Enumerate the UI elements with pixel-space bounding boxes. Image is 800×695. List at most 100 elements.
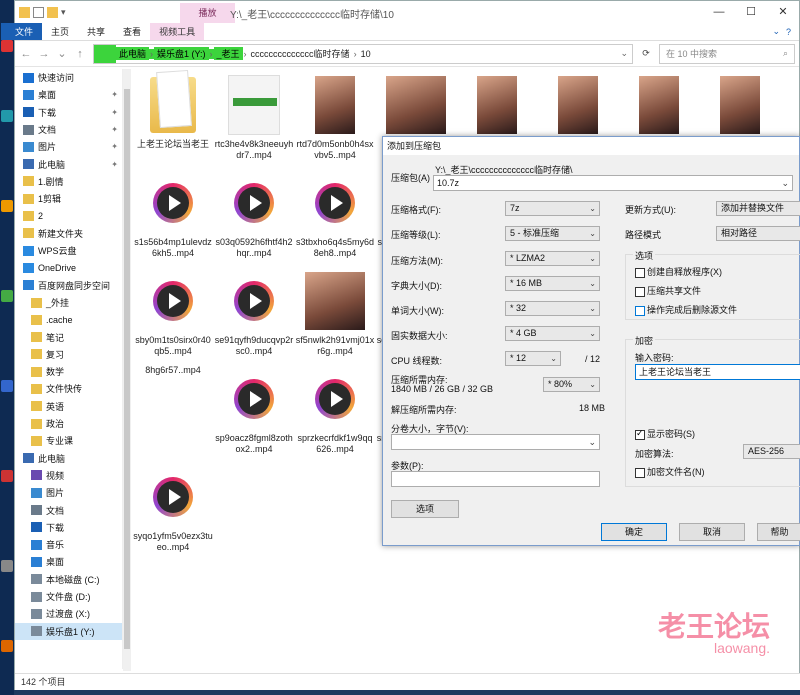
tab-file[interactable]: 文件	[1, 23, 43, 40]
chevron-down-icon[interactable]: ⌄	[772, 26, 780, 37]
checkbox-icon[interactable]	[635, 305, 645, 316]
help-icon[interactable]: ?	[786, 27, 791, 37]
nav-item[interactable]: 政治	[15, 415, 122, 432]
nav-item[interactable]: 文件盘 (D:)	[15, 588, 122, 605]
breadcrumb-this-pc[interactable]: 此电脑	[116, 47, 150, 60]
file-item[interactable]: rtd7d0m5onb0h4sxvbv5..mp4	[295, 69, 375, 165]
file-item[interactable]: sby0m1ts0sirx0r40qb5..mp4	[133, 265, 213, 361]
nav-item[interactable]: 1.剧情	[15, 173, 122, 190]
pin-icon[interactable]: ✦	[111, 125, 118, 134]
nav-item[interactable]: 新建文件夹	[15, 225, 122, 242]
tab-video-tools[interactable]: 视频工具	[150, 23, 205, 40]
nav-scrollbar[interactable]	[123, 69, 131, 671]
desktop-app-icon[interactable]	[1, 380, 13, 392]
nav-item[interactable]: 娱乐盘1 (Y:)	[15, 622, 122, 640]
nav-item[interactable]: 文档 ✦	[15, 121, 122, 138]
desktop-app-icon[interactable]	[1, 470, 13, 482]
pin-icon[interactable]: ✦	[111, 142, 118, 151]
checkmark-icon[interactable]	[33, 6, 44, 18]
params-input[interactable]	[391, 471, 600, 487]
nav-item[interactable]: 百度网盘同步空间	[15, 277, 122, 294]
nav-item[interactable]: WPS云盘	[15, 242, 122, 259]
enc-method-select[interactable]: AES-256	[743, 444, 800, 459]
file-item[interactable]: se91qyfh9ducqvp2rsc0..mp4	[214, 265, 294, 361]
encrypt-names-checkbox[interactable]: 加密文件名(N)	[635, 465, 705, 478]
file-item[interactable]: syqo1yfm5v0ezx3tueo..mp4	[133, 461, 213, 557]
dropdown-icon[interactable]: ▾	[61, 7, 72, 18]
nav-item[interactable]: 2	[15, 207, 122, 224]
file-item[interactable]: 8hg6r57..mp4	[133, 363, 213, 459]
close-button[interactable]: ✕	[767, 1, 799, 23]
maximize-button[interactable]: ☐	[735, 1, 767, 23]
nav-item[interactable]: 图片 ✦	[15, 138, 122, 155]
scrollbar-thumb[interactable]	[124, 89, 130, 649]
level-select[interactable]: 5 - 标准压缩 ⌄	[505, 226, 600, 241]
pathmode-select[interactable]: 相对路径	[716, 226, 800, 241]
dict-select[interactable]: * 16 MB ⌄	[505, 276, 600, 291]
breadcrumb-laowang[interactable]: _老王	[213, 47, 243, 60]
file-item[interactable]: 上老王论坛当老王	[133, 69, 213, 165]
nav-item[interactable]: 文档	[15, 501, 122, 518]
nav-item[interactable]: 下载 ✦	[15, 104, 122, 121]
nav-item[interactable]: 图片	[15, 484, 122, 501]
checkbox-checked-icon[interactable]	[635, 428, 645, 440]
desktop-app-icon[interactable]	[1, 640, 13, 652]
format-select[interactable]: 7z ⌄	[505, 201, 600, 216]
file-item[interactable]: s03q0592h6fhtf4h2hqr..mp4	[214, 167, 294, 263]
file-item[interactable]: sp9oacz8fgml8zothox2..mp4	[214, 363, 294, 459]
split-volume-select[interactable]: ⌄	[391, 434, 600, 450]
chevron-down-icon[interactable]: ⌄	[620, 48, 632, 59]
pin-icon[interactable]: ✦	[111, 90, 118, 99]
cpu-select[interactable]: * 12 ⌄	[505, 351, 561, 366]
help-button[interactable]: 帮助	[757, 523, 800, 541]
nav-item[interactable]: 专业课	[15, 432, 122, 449]
update-select[interactable]: 添加并替换文件	[716, 201, 800, 216]
method-select[interactable]: * LZMA2 ⌄	[505, 251, 600, 266]
options-button[interactable]: 选项	[391, 500, 459, 518]
nav-item[interactable]: 桌面	[15, 553, 122, 570]
file-item[interactable]: s3tbxho6q4s5my6d8eh8..mp4	[295, 167, 375, 263]
nav-item[interactable]: 笔记	[15, 328, 122, 345]
word-select[interactable]: * 32 ⌄	[505, 301, 600, 316]
opt-sfx-checkbox[interactable]: 创建自释放程序(X)	[635, 265, 722, 278]
nav-item[interactable]: 此电脑	[15, 450, 122, 467]
address-bar[interactable]: 此电脑 › 娱乐盘1 (Y:) › _老王 › cccccccccccccc临时…	[93, 43, 633, 64]
show-password-checkbox[interactable]: 显示密码(S)	[635, 427, 695, 440]
file-item[interactable]: sf5nwlk2h91vmj01xr6g..mp4	[295, 265, 375, 361]
nav-item[interactable]: 数学	[15, 363, 122, 380]
search-input[interactable]: 在 10 中搜索 ⌕	[659, 43, 795, 64]
nav-item[interactable]: 文件快传	[15, 380, 122, 397]
new-folder-icon[interactable]	[47, 6, 58, 18]
nav-item[interactable]: 音乐	[15, 536, 122, 553]
nav-item[interactable]: 下载	[15, 519, 122, 536]
cancel-button[interactable]: 取消	[679, 523, 745, 541]
breadcrumb-10[interactable]: 10	[358, 49, 374, 59]
opt-delete-checkbox[interactable]: 操作完成后删除源文件	[635, 303, 737, 316]
nav-item[interactable]: 视频	[15, 467, 122, 484]
nav-item[interactable]: 英语	[15, 398, 122, 415]
recent-dropdown-icon[interactable]: ⌄	[55, 47, 69, 60]
pin-icon[interactable]: ✦	[111, 108, 118, 117]
back-button[interactable]: ←	[19, 48, 33, 60]
chevron-down-icon[interactable]: ⌄	[781, 176, 789, 190]
nav-item[interactable]: 过渡盘 (X:)	[15, 605, 122, 622]
checkbox-icon[interactable]	[635, 467, 645, 478]
minimize-button[interactable]: —	[703, 1, 735, 23]
solid-select[interactable]: * 4 GB ⌄	[505, 326, 600, 341]
checkbox-icon[interactable]	[635, 267, 645, 278]
ok-button[interactable]: 确定	[601, 523, 667, 541]
nav-item[interactable]: 1剪辑	[15, 190, 122, 207]
nav-item[interactable]: _外挂	[15, 294, 122, 311]
desktop-app-icon[interactable]	[1, 560, 13, 572]
breadcrumb-temp[interactable]: cccccccccccccc临时存储	[248, 47, 353, 60]
breadcrumb-drive[interactable]: 娱乐盘1 (Y:)	[154, 47, 209, 60]
desktop-app-icon[interactable]	[1, 290, 13, 302]
file-item[interactable]: s1s56b4mp1ulevdz6kh5..mp4	[133, 167, 213, 263]
archive-name-input[interactable]: 10.7z ⌄	[433, 175, 793, 191]
refresh-icon[interactable]: ⟳	[637, 48, 655, 59]
checkbox-icon[interactable]	[635, 286, 645, 297]
nav-item[interactable]: 复习	[15, 346, 122, 363]
forward-button[interactable]: →	[37, 48, 51, 60]
nav-item[interactable]: 本地磁盘 (C:)	[15, 571, 122, 588]
password-input[interactable]: 上老王论坛当老王	[635, 364, 800, 380]
